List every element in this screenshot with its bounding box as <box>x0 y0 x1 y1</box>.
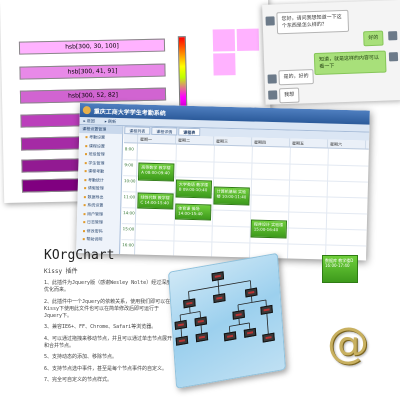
plugin-subtitle: Kissy 插件 <box>44 268 78 275</box>
avatar <box>388 31 398 41</box>
day-header: 星期二 <box>175 135 215 145</box>
chat-message: 知道，就是这样的内容可以看一下 <box>313 50 387 76</box>
time-label: 8:00 <box>124 146 134 152</box>
sidebar: 课程设置管理 考勤设置 课程设置 班级管理 学生管理 课程考勤 考勤统计 请假管… <box>76 124 124 255</box>
day-header: 星期一 <box>137 134 177 144</box>
feature-item: 3、兼容IE6+、FF、Chrome、Safari等浏览器。 <box>44 324 157 330</box>
feature-item: 4、可以通过拖拽来移动节点，并且可以通过单击节点展开和合并节点。 <box>44 335 173 349</box>
refresh-button[interactable]: ▸ 刷新 <box>105 118 116 124</box>
feature-list: 1、此插件为Jquery版（感谢Wesley Nolte）经过深度优化而来。 2… <box>44 280 174 389</box>
time-label: 11:00 <box>123 194 136 200</box>
grid-line <box>121 223 367 231</box>
schedule-main: 课程列表 课程详情 课程表 星期一 星期二 星期三 星期四 星期五 星期六 8:… <box>121 126 370 260</box>
grid-line <box>121 239 367 247</box>
schedule-event[interactable]: 程序设计 实验楼 15:00-16:40 <box>250 219 287 239</box>
schedule-window: 重庆工商大学学生考勤系统 ▸ 返回 ▸ 刷新 课程设置管理 考勤设置 课程设置 … <box>76 103 370 261</box>
avatar <box>267 74 277 84</box>
day-header: 星期三 <box>213 136 253 146</box>
back-button[interactable]: ▸ 返回 <box>83 118 94 124</box>
avatar <box>388 52 399 62</box>
time-label: 10:00 <box>123 178 136 184</box>
feature-item: 7、完全可自定义的节点样式。 <box>44 377 113 383</box>
feature-item: 1、此插件为Jquery版（感谢Wesley Nolte）经过深度优化而来。 <box>44 280 172 293</box>
hsb-swatch-row[interactable]: hsb[300, 41, 91] <box>19 63 166 80</box>
schedule-event[interactable]: 计算机基础 实验楼 10:00-11:40 <box>213 186 250 206</box>
chat-message: 我想 <box>279 87 300 104</box>
feature-item: 5、支持动态的添加、移除节点。 <box>44 354 118 360</box>
time-header-cell <box>123 134 139 143</box>
color-preview-swatch <box>236 28 260 52</box>
avatar <box>268 90 278 100</box>
org-chart-card <box>168 252 286 389</box>
schedule-event-dragging[interactable]: 数据库 教学楼D 16:00-17:40 <box>322 255 358 283</box>
hsb-label: hsb[300, 52, 82] <box>68 91 118 100</box>
chat-message: 您好，请问我想知道一下这个东西是怎么样的？ <box>276 9 350 35</box>
color-preview-swatch <box>212 29 236 52</box>
feature-item: 2、此插件中一个Jquery的依赖关系，使用我们即可以在Kissy下使用此文件也… <box>44 298 171 319</box>
feature-item: 6、支持节点选中事件，甚至是每个节点事件的自定义。 <box>44 365 168 372</box>
logo-icon <box>82 106 91 115</box>
time-column: 8:00 9:00 10:00 11:00 14:00 15:00 16:00 <box>121 143 138 255</box>
org-chart-connectors <box>179 280 269 337</box>
hsb-label: hsb[300, 41, 91] <box>67 67 118 76</box>
schedule-event[interactable]: 大学英语 教学楼B 09:00-10:40 <box>175 179 213 199</box>
chat-message: 是的，好的 <box>278 69 314 86</box>
chat-message: 好的 <box>363 30 384 47</box>
schedule-event[interactable]: 体育课 操场 14:00-15:40 <box>174 203 212 221</box>
sidebar-item[interactable]: 帮助说明 <box>76 235 119 245</box>
time-label: 9:00 <box>124 162 134 168</box>
time-label: 16:00 <box>122 242 134 248</box>
time-label: 15:00 <box>122 226 135 232</box>
time-label: 14:00 <box>123 210 135 216</box>
plugin-title: KOrgChart <box>44 248 115 263</box>
avatar <box>265 16 275 26</box>
hsb-swatch-row[interactable]: hsb[300, 52, 82] <box>19 87 167 104</box>
at-sign-icon: @ <box>327 318 369 367</box>
hsb-label: hsb[300, 30, 100] <box>65 42 119 51</box>
color-preview-swatch <box>213 53 236 76</box>
day-header: 星期五 <box>289 138 329 148</box>
day-header: 星期四 <box>251 137 291 147</box>
day-header: 星期六 <box>327 139 367 149</box>
hsb-swatch-row[interactable]: hsb[300, 30, 100] <box>18 38 166 55</box>
window-title: 重庆工商大学学生考勤系统 <box>93 107 166 117</box>
chat-window: 您好，请问我想知道一下这个东西是怎么样的？ 好的 知道，就是这样的内容可以看一下… <box>262 0 400 105</box>
schedule-event[interactable]: 线性代数 教学楼C 14:00-15:40 <box>137 192 174 210</box>
schedule-event[interactable]: 高等数学 教学楼A 08:00-09:40 <box>137 162 175 182</box>
